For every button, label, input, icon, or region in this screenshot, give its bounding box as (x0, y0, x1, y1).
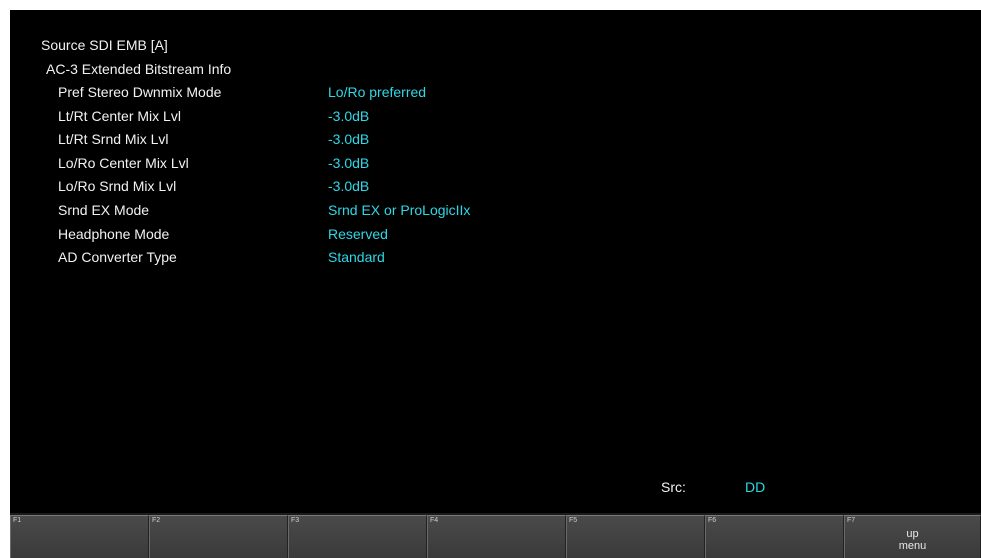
function-key-label: up menu (845, 528, 980, 552)
info-label: Lt/Rt Center Mix Lvl (58, 107, 181, 124)
info-row-ltrt-center-mix-lvl: Lt/Rt Center Mix Lvl -3.0dB (10, 107, 981, 131)
function-key-f7-up-menu[interactable]: F7 up menu (844, 515, 981, 558)
info-value: Standard (328, 249, 385, 266)
info-value: Srnd EX or ProLogicIIx (328, 202, 471, 218)
function-key-number: F2 (152, 517, 161, 524)
info-label: Srnd EX Mode (58, 202, 150, 218)
info-label: Lo/Ro Center Mix Lvl (58, 154, 189, 171)
function-key-label-line1: up (906, 528, 919, 540)
function-key-bar: F1 F2 F3 F4 F5 F6 F7 up menu (10, 513, 981, 558)
function-key-label-line2: menu (898, 540, 927, 552)
info-row-srnd-ex-mode: Srnd EX Mode Srnd EX or ProLogicIIx (10, 201, 981, 225)
display-screen: Source SDI EMB [A] AC-3 Extended Bitstre… (10, 10, 981, 558)
info-label: AD Converter Type (58, 249, 177, 266)
info-value: -3.0dB (328, 107, 370, 124)
src-label: Src: (661, 479, 686, 495)
function-key-number: F5 (569, 517, 578, 524)
info-row-loro-center-mix-lvl: Lo/Ro Center Mix Lvl -3.0dB (10, 154, 981, 178)
function-key-f1[interactable]: F1 (10, 515, 149, 558)
function-key-f6[interactable]: F6 (705, 515, 844, 558)
info-label: Headphone Mode (58, 225, 170, 242)
function-key-number: F1 (13, 517, 22, 524)
info-label: Pref Stereo Dwnmix Mode (58, 84, 222, 100)
info-value: Lo/Ro preferred (328, 84, 427, 100)
info-row-headphone-mode: Headphone Mode Reserved (10, 225, 981, 249)
info-row-loro-srnd-mix-lvl: Lo/Ro Srnd Mix Lvl -3.0dB (10, 177, 981, 201)
function-key-f2[interactable]: F2 (149, 515, 288, 558)
source-title: Source SDI EMB [A] (41, 37, 168, 53)
info-row-ad-converter-type: AD Converter Type Standard (10, 248, 981, 272)
info-value: -3.0dB (328, 131, 370, 148)
section-title: AC-3 Extended Bitstream Info (46, 61, 232, 77)
function-key-number: F6 (708, 517, 717, 524)
function-key-f3[interactable]: F3 (288, 515, 427, 558)
info-value: Reserved (328, 225, 388, 242)
src-value: DD (745, 479, 766, 495)
info-label: Lt/Rt Srnd Mix Lvl (58, 131, 169, 148)
function-key-f5[interactable]: F5 (566, 515, 705, 558)
info-value: -3.0dB (328, 178, 370, 195)
function-key-number: F4 (430, 517, 439, 524)
info-row-ltrt-srnd-mix-lvl: Lt/Rt Srnd Mix Lvl -3.0dB (10, 130, 981, 154)
function-key-number: F7 (847, 517, 856, 524)
function-key-number: F3 (291, 517, 300, 524)
info-row-pref-stereo-dwnmix-mode: Pref Stereo Dwnmix Mode Lo/Ro preferred (10, 83, 981, 107)
function-key-f4[interactable]: F4 (427, 515, 566, 558)
info-value: -3.0dB (328, 154, 370, 171)
info-label: Lo/Ro Srnd Mix Lvl (58, 178, 177, 195)
